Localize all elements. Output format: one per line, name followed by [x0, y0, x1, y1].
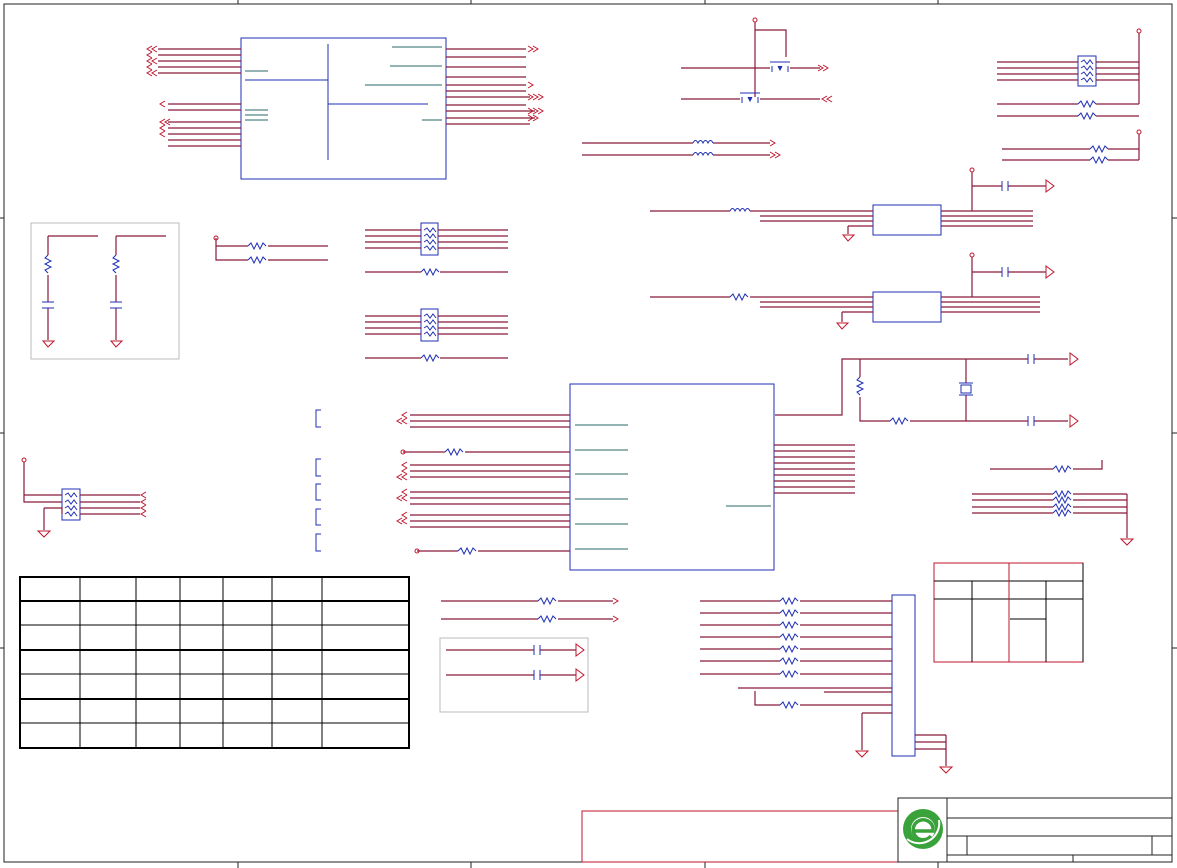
- sheet-frame: [0, 0, 1177, 868]
- ic-block-top-left-wires: [158, 48, 241, 147]
- e-logo-icon: [903, 809, 943, 849]
- revision-table: [933, 562, 1084, 663]
- small-ic-1: [650, 167, 1055, 242]
- resistor-network-top-right: [997, 28, 1142, 165]
- schematic-sheet: [0, 0, 1177, 868]
- small-ic-2: [650, 252, 1055, 330]
- resistor-network-1: [365, 222, 508, 277]
- crystal-circuit: [775, 352, 1079, 428]
- notes-box: [581, 810, 899, 863]
- resistor-group-right: [972, 460, 1135, 546]
- connector-header: [700, 594, 954, 774]
- mosfet-pair: [681, 17, 833, 103]
- resistor-pair-left: [213, 235, 328, 265]
- main-ic: [396, 383, 855, 571]
- rc-filter-box: [30, 222, 180, 360]
- bracket-markers: [315, 409, 321, 552]
- resistor-network-2: [365, 308, 508, 363]
- resistor-network-left: [21, 457, 147, 538]
- ic-block-top-right-wires: [446, 48, 535, 125]
- pin-table: [19, 576, 410, 749]
- filter-section-bottom: [439, 596, 619, 713]
- ic-block-top: [240, 37, 447, 180]
- ferrite-pair: [582, 139, 781, 159]
